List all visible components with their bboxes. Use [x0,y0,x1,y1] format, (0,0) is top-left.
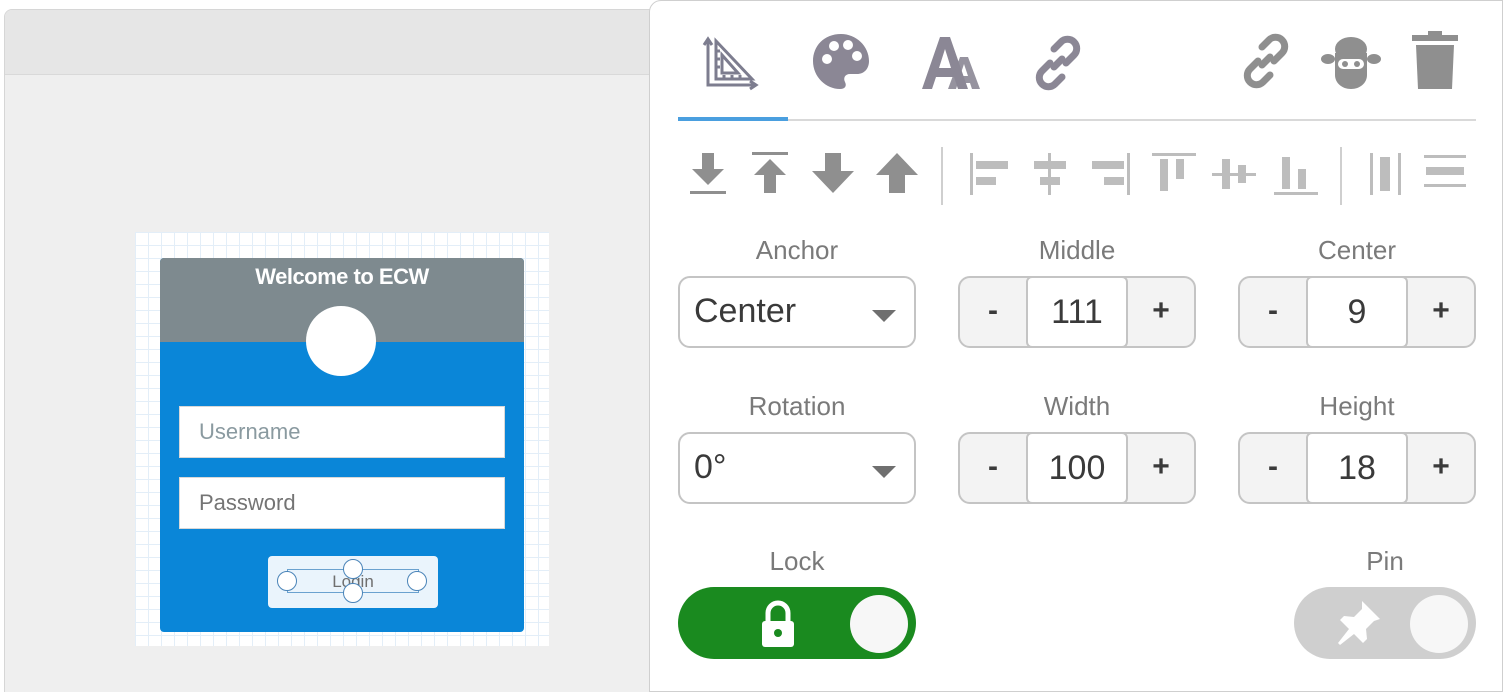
width-label: Width [1043,391,1111,421]
pin-icon [1334,599,1382,647]
tab-divider [678,119,1476,121]
center-label: Center [1317,235,1397,265]
chevron-down-icon [872,466,896,478]
active-tab-indicator [678,117,788,121]
height-increment-button[interactable]: + [1408,434,1474,502]
username-field[interactable]: Username [179,406,505,458]
toolbar-separator [941,147,943,205]
resize-handle-right[interactable] [407,571,427,591]
align-middle-icon[interactable] [1212,153,1256,195]
trash-icon[interactable] [1410,31,1460,91]
rotation-value: 0° [694,448,727,486]
card-title: Welcome to ECW [255,264,429,289]
app-root: Welcome to ECW Username Password Login A… [0,0,1503,692]
send-to-back-icon[interactable] [688,151,728,195]
toolbar-separator [1340,147,1342,205]
anchor-dropdown[interactable]: Center [678,276,916,348]
lock-toggle[interactable] [678,587,916,659]
bring-to-front-icon[interactable] [750,151,790,195]
width-increment-button[interactable]: + [1128,434,1194,502]
distribute-vertical-icon[interactable] [1424,153,1466,189]
height-input[interactable]: 18 [1306,432,1408,504]
anchor-value: Center [694,292,797,330]
font-icon[interactable] [920,33,982,91]
distribute-horizontal-icon[interactable] [1370,153,1402,195]
bring-forward-icon[interactable] [874,151,920,195]
link-icon[interactable] [1028,33,1088,93]
lock-icon [756,599,800,649]
middle-stepper: - 111 + [958,276,1196,348]
login-button-preview[interactable]: Login [268,556,438,608]
lock-label: Lock [769,546,825,576]
height-decrement-button[interactable]: - [1240,434,1306,502]
anchor-label: Anchor [755,235,839,265]
rotation-label: Rotation [748,391,846,421]
rotation-dropdown[interactable]: 0° [678,432,916,504]
middle-increment-button[interactable]: + [1128,278,1194,346]
pin-toggle-knob [1410,595,1468,653]
chevron-down-icon [872,310,896,322]
send-backward-icon[interactable] [810,151,856,195]
pin-toggle[interactable] [1294,587,1476,659]
middle-decrement-button[interactable]: - [960,278,1026,346]
align-left-icon[interactable] [968,153,1012,195]
height-stepper: - 18 + [1238,432,1476,504]
layout-icon[interactable] [702,31,762,91]
middle-label: Middle [1038,235,1116,265]
resize-handle-top[interactable] [343,559,363,579]
password-field[interactable]: Password [179,477,505,529]
resize-handle-left[interactable] [277,571,297,591]
design-grid[interactable]: Welcome to ECW Username Password Login [135,232,549,646]
palette-icon[interactable] [810,31,872,93]
width-decrement-button[interactable]: - [960,434,1026,502]
link-icon[interactable] [1236,31,1296,91]
canvas-topbar [5,10,703,75]
avatar[interactable] [306,306,376,376]
align-center-icon[interactable] [1028,153,1072,195]
align-bottom-icon[interactable] [1274,153,1318,195]
login-card-preview[interactable]: Welcome to ECW Username Password Login [160,258,524,632]
center-increment-button[interactable]: + [1408,278,1474,346]
lock-toggle-knob [850,595,908,653]
canvas-window: Welcome to ECW Username Password Login [4,9,704,692]
resize-handle-bottom[interactable] [343,583,363,603]
sheep-icon[interactable] [1320,29,1382,91]
align-top-icon[interactable] [1152,153,1196,195]
align-right-icon[interactable] [1088,153,1132,195]
center-input[interactable]: 9 [1306,276,1408,348]
middle-input[interactable]: 111 [1026,276,1128,348]
center-decrement-button[interactable]: - [1240,278,1306,346]
height-label: Height [1319,391,1395,421]
width-input[interactable]: 100 [1026,432,1128,504]
pin-label: Pin [1366,546,1404,576]
properties-panel: Anchor Center Middle - 111 + Center - 9 … [649,0,1503,692]
center-stepper: - 9 + [1238,276,1476,348]
width-stepper: - 100 + [958,432,1196,504]
